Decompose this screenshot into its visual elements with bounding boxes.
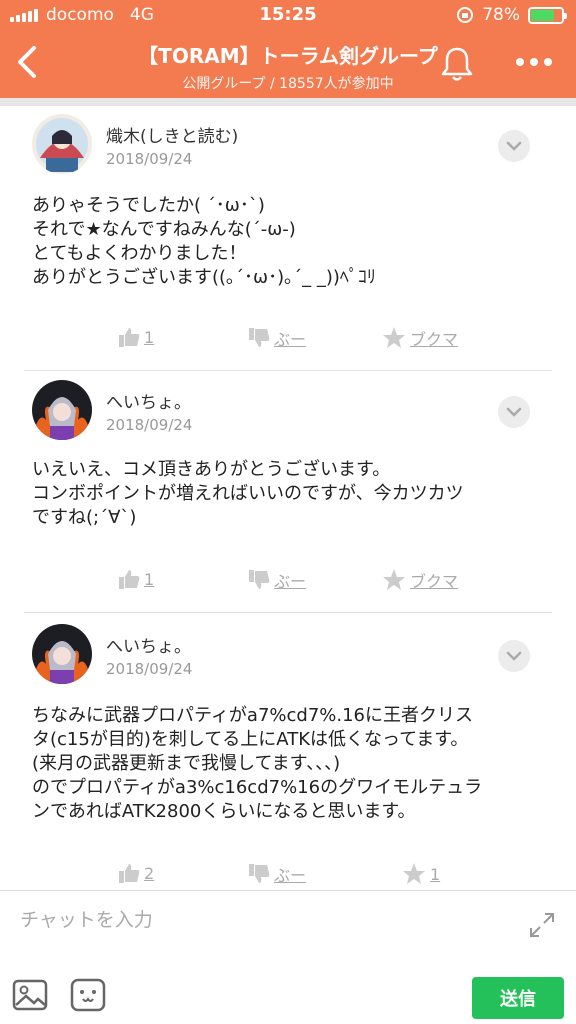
boo-label: ぶー <box>274 572 307 591</box>
expand-icon[interactable] <box>528 911 556 939</box>
emoji-icon[interactable] <box>70 977 106 1013</box>
post-line: タ(c15が目的)を刺してる上にATKは低くなってます。 <box>32 729 469 750</box>
bookmark-button[interactable]: ブクマ <box>382 326 458 350</box>
nav-bar: 【TORAM】トーラム剣グループ 公開グループ / 18557人が参加中 <box>0 30 576 98</box>
chat-input[interactable]: チャットを入力 <box>20 905 153 932</box>
orientation-lock-icon <box>457 7 474 23</box>
like-count: 1 <box>144 569 155 589</box>
thumbs-down-icon <box>249 570 270 589</box>
post-date: 2018/09/24 <box>106 150 193 168</box>
thumbs-up-icon <box>119 864 140 883</box>
group-title: 【TORAM】トーラム剣グループ <box>138 44 438 68</box>
thumbs-down-icon <box>249 328 270 347</box>
bell-icon[interactable] <box>438 44 476 84</box>
post-line: ちなみに武器プロパティがa7%cd7%.16に王者クリス <box>32 705 474 726</box>
like-button[interactable]: 1 <box>118 326 154 348</box>
boo-button[interactable]: ぶー <box>248 862 306 886</box>
chevron-down-icon[interactable] <box>498 640 530 672</box>
avatar[interactable] <box>32 114 92 174</box>
message-feed[interactable]: 熾木(しきと読む) 2018/09/24 ありゃそうでしたか( ´･ω･`) そ… <box>0 98 576 890</box>
thumbs-down-icon <box>249 864 270 883</box>
bookmark-button[interactable]: ブクマ <box>382 568 458 592</box>
boo-label: ぶー <box>274 866 307 885</box>
avatar[interactable] <box>32 380 92 440</box>
post-line: それで★なんですねみんな(´-ω-) <box>32 219 296 240</box>
status-bar: docomo 4G 15:25 78% <box>0 0 576 30</box>
thumbs-up-icon <box>119 328 140 347</box>
post-text: いえいえ、コメ頂きありがとうございます。 コンボポイントが増えればいいのですが、… <box>32 458 552 530</box>
star-icon <box>383 569 405 590</box>
bookmark-button[interactable]: 1 <box>402 862 440 886</box>
post-text: ありゃそうでしたか( ´･ω･`) それで★なんですねみんな(´-ω-) とても… <box>32 194 552 290</box>
like-count: 2 <box>144 863 155 883</box>
post-line: ですね(;´∀`) <box>32 507 137 528</box>
chat-composer: チャットを入力 送信 <box>0 890 576 1024</box>
app-header: docomo 4G 15:25 78% 【TORAM】トーラム剣グループ 公開グ… <box>0 0 576 98</box>
post-actions: 1 ぶー ブクマ <box>0 568 576 596</box>
post-line: いえいえ、コメ頂きありがとうございます。 <box>32 459 391 480</box>
bookmark-label: ブクマ <box>410 572 459 591</box>
post-author[interactable]: 熾木(しきと読む) <box>106 122 238 147</box>
post-line: コンボポイントが増えればいいのですが、今カツカツ <box>32 483 464 504</box>
more-options-icon[interactable] <box>512 48 556 76</box>
chevron-down-icon[interactable] <box>498 396 530 428</box>
like-count: 1 <box>144 327 155 347</box>
post-divider <box>24 370 552 371</box>
boo-button[interactable]: ぶー <box>248 568 306 592</box>
post-line: のでプロパティがa3%c16cd7%16のグワイモルテュラ <box>32 777 483 798</box>
send-button[interactable]: 送信 <box>472 977 564 1019</box>
post-text: ちなみに武器プロパティがa7%cd7%.16に王者クリス タ(c15が目的)を刺… <box>32 704 552 824</box>
boo-label: ぶー <box>274 330 307 349</box>
post-line: ンであればATK2800くらいになると思います。 <box>32 801 416 822</box>
battery-percent: 78% <box>482 5 520 25</box>
group-subtitle: 公開グループ / 18557人が参加中 <box>182 76 394 92</box>
like-button[interactable]: 1 <box>118 568 154 590</box>
post-author[interactable]: へいちょ。 <box>106 388 191 413</box>
top-divider <box>0 98 576 106</box>
post-line: ありがとうございます((｡´･ω･)｡´_ _))ﾍﾟｺﾘ <box>32 267 376 288</box>
post-line: とてもよくわかりました！ <box>32 243 247 264</box>
post-line: (来月の武器更新まで我慢してます、、、) <box>32 753 341 774</box>
avatar[interactable] <box>32 624 92 684</box>
post-actions: 1 ぶー ブクマ <box>0 326 576 354</box>
post-line: ありゃそうでしたか( ´･ω･`) <box>32 195 265 216</box>
like-button[interactable]: 2 <box>118 862 154 884</box>
post-author[interactable]: へいちょ。 <box>106 632 191 657</box>
post-date: 2018/09/24 <box>106 660 193 678</box>
post-divider <box>24 612 552 613</box>
post-date: 2018/09/24 <box>106 416 193 434</box>
bookmark-label: ブクマ <box>410 330 459 349</box>
battery-icon <box>528 6 567 24</box>
header-titles: 【TORAM】トーラム剣グループ 公開グループ / 18557人が参加中 <box>90 40 486 93</box>
star-icon <box>403 863 425 884</box>
star-icon <box>383 327 405 348</box>
bookmark-count: 1 <box>430 864 441 884</box>
post-actions: 2 ぶー 1 <box>0 862 576 890</box>
image-icon[interactable] <box>12 977 48 1013</box>
boo-button[interactable]: ぶー <box>248 326 306 350</box>
back-arrow-icon[interactable] <box>8 40 48 84</box>
thumbs-up-icon <box>119 570 140 589</box>
chevron-down-icon[interactable] <box>498 130 530 162</box>
